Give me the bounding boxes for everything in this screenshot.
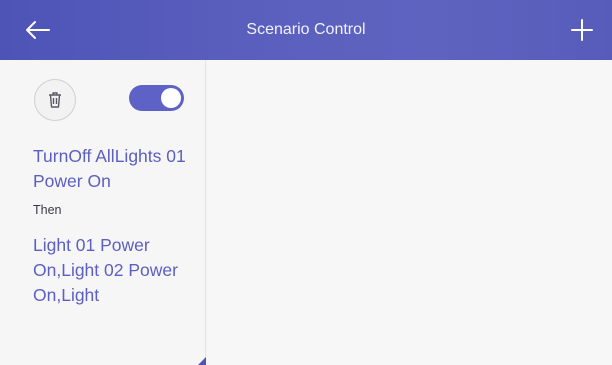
main-content-area <box>207 60 612 365</box>
add-scenario-button[interactable] <box>568 16 596 44</box>
then-label: Then <box>33 203 62 217</box>
scenario-condition: TurnOff AllLights 01 Power On <box>33 146 186 191</box>
page-title: Scenario Control <box>246 21 366 38</box>
scenario-card[interactable]: TurnOff AllLights 01 Power On Then Light… <box>33 144 193 314</box>
delete-button[interactable] <box>34 79 76 121</box>
scenario-enable-toggle[interactable] <box>129 85 184 111</box>
scenario-sidebar: TurnOff AllLights 01 Power On Then Light… <box>0 60 206 365</box>
plus-icon <box>571 19 593 41</box>
toggle-knob <box>161 88 181 108</box>
scenario-action: Light 01 Power On,Light 02 Power On,Ligh… <box>33 235 178 305</box>
top-bar: Scenario Control <box>0 0 612 60</box>
resize-corner-icon <box>198 357 206 365</box>
trash-icon <box>49 92 61 108</box>
